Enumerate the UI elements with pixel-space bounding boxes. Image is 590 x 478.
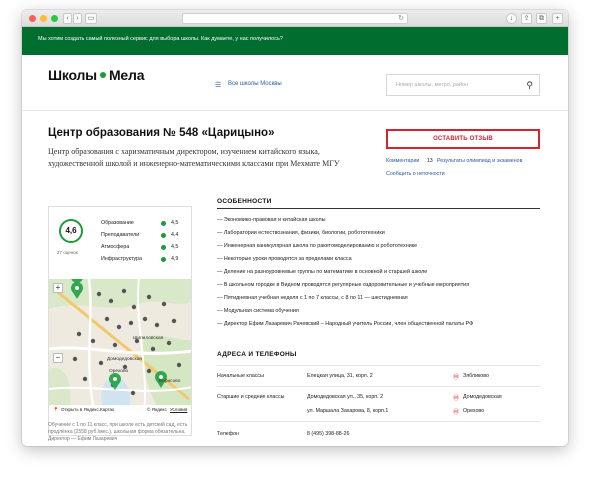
report-error-link[interactable]: Сообщить о неточности (386, 171, 445, 177)
tabs-icon[interactable]: ⧉ (536, 13, 547, 24)
banner-text: Мы хотим создать самый полезный сервис д… (38, 36, 283, 42)
back-icon[interactable]: ‹ (63, 13, 72, 24)
header-divider (22, 110, 568, 111)
map-label: Шипиловская (133, 336, 164, 341)
site-logo[interactable]: Школы Мела (48, 67, 144, 83)
overall-score: 4,6 (59, 219, 83, 243)
map-pin-icon: 📍 (53, 407, 59, 412)
address-text: Домодедовская ул., 35, корп. 2 (307, 394, 384, 400)
search-icon[interactable]: ⚲ (526, 80, 533, 91)
comments-label: Комментарии (386, 158, 420, 164)
address-text: Елецкая улица, 31, корп. 2 (307, 373, 373, 379)
zoom-in-button[interactable]: + (53, 283, 63, 293)
new-tab-icon[interactable]: + (552, 13, 563, 24)
minimize-window-icon[interactable] (40, 15, 47, 22)
list-icon[interactable]: ☰ (215, 81, 221, 89)
address-type: Начальные классы (217, 373, 264, 379)
addresses-title: АДРЕСА И ТЕЛЕФОНЫ (217, 351, 297, 358)
metro-station: Зябликово (463, 373, 489, 379)
feature-item: — Модульная система обучения (217, 308, 299, 314)
card-summary-text: Обучение с 1 по 11 класс, при школе есть… (48, 422, 188, 442)
page-title: Центр образования № 548 «Царицыно» (48, 127, 275, 139)
share-icon[interactable]: ⇪ (521, 13, 532, 24)
logo-left-text: Школы (48, 67, 97, 83)
map-label: Домодедовская (107, 357, 143, 362)
feature-item: — Инженерная каникулярная школа по ракет… (217, 243, 418, 249)
address-text: ул. Маршала Захарова, 8, корп.1 (307, 408, 389, 414)
school-map[interactable]: Шипиловская Домодедовская Орехово Борисо… (49, 279, 191, 411)
reviews-count: 27 оценок (57, 250, 78, 255)
map-label: Борисово (159, 379, 181, 384)
feature-item: — Директор Ефим Лазаревич Рачевский – На… (217, 321, 474, 327)
phone-label: Телефон (217, 431, 239, 437)
feature-item: — Деление на разноуровневые группы по ма… (217, 269, 428, 275)
school-description: Центр образования с харизматичным директ… (48, 147, 340, 168)
metro-station: Домодедовская (463, 394, 502, 400)
comments-count: 13 (426, 158, 433, 164)
rating-dot-icon (161, 245, 166, 250)
address-divider (217, 365, 540, 366)
feature-item: — Некоторые уроки проводятся за пределам… (217, 256, 352, 262)
browser-toolbar: ‹ › ▭ ↻ ↓ ⇪ ⧉ + (22, 10, 568, 27)
browser-window: ‹ › ▭ ↻ ↓ ⇪ ⧉ + Мы хотим создать самый п… (22, 10, 568, 446)
features-title: ОСОБЕННОСТИ (217, 198, 272, 205)
rating-label: Преподаватели (101, 232, 140, 238)
logo-dot-icon (99, 72, 106, 79)
address-divider (217, 421, 540, 422)
feedback-banner[interactable]: Мы хотим создать самый полезный сервис д… (22, 27, 568, 55)
features-divider (217, 208, 540, 209)
feature-item: — Пятидневная учебная неделя с 1 по 7 кл… (217, 295, 408, 301)
feature-item: — В школьном городке в Видном проводятся… (217, 282, 470, 288)
address-bar[interactable]: ↻ (182, 13, 408, 24)
search-input[interactable]: Номер школы, метро, район ⚲ (386, 74, 540, 96)
map-copyright: © Яндекс (147, 407, 167, 412)
download-icon[interactable]: ↓ (506, 13, 517, 24)
rating-value: 4,5 (171, 220, 179, 226)
rating-dot-icon (161, 233, 166, 238)
olympiad-results-link[interactable]: Результаты олимпиад и экзаменов (437, 158, 522, 164)
forward-icon[interactable]: › (73, 13, 82, 24)
rating-value: 4,5 (171, 244, 179, 250)
logo-right-text: Мела (108, 67, 145, 83)
metro-icon: Ⓜ (453, 410, 460, 416)
maximize-window-icon[interactable] (51, 15, 58, 22)
search-placeholder: Номер школы, метро, район (396, 82, 469, 88)
metro-icon: Ⓜ (453, 375, 460, 381)
rating-value: 4,4 (171, 232, 179, 238)
reload-icon[interactable]: ↻ (398, 14, 404, 23)
map-canvas (49, 279, 191, 411)
feature-item: — Лаборатории естествознания, физики, би… (217, 230, 385, 236)
map-terms-link[interactable]: Условия (170, 407, 187, 412)
address-type: Старшие и средние классы (217, 394, 285, 400)
metro-icon: Ⓜ (453, 396, 460, 402)
address-divider (217, 386, 540, 387)
metro-station: Орехово (463, 408, 485, 414)
open-yandex-maps-link[interactable]: Открыть в Яндекс.Картах (61, 407, 114, 412)
rating-label: Инфраструктура (101, 256, 142, 262)
map-footer: 📍 Открыть в Яндекс.Картах © Яндекс Услов… (49, 405, 191, 415)
rating-dot-icon (161, 221, 166, 226)
ratings-card: 4,6 27 оценок Образование 4,5 Преподават… (48, 206, 192, 436)
rating-value: 4,9 (171, 256, 179, 262)
comments-link[interactable]: Комментарии 13 (386, 158, 433, 164)
rating-label: Образование (101, 220, 134, 226)
leave-review-button[interactable]: ОСТАВИТЬ ОТЗЫВ (386, 129, 540, 149)
map-label: Орехово (109, 369, 129, 374)
feature-item: — Экономико-правовая и китайская школы (217, 217, 326, 223)
phone-number[interactable]: 8 (495) 398-88-26 (307, 431, 349, 437)
rating-label: Атмосфера (101, 244, 130, 250)
rating-dot-icon (161, 257, 166, 262)
close-window-icon[interactable] (29, 15, 36, 22)
all-schools-link[interactable]: Все школы Москвы (228, 81, 282, 87)
zoom-out-button[interactable]: − (53, 353, 63, 363)
sidebar-icon[interactable]: ▭ (85, 13, 97, 24)
